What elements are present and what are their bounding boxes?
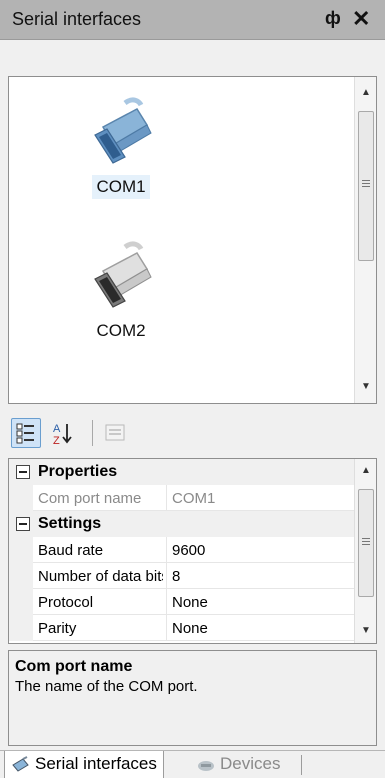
port-list-scrollbar[interactable]: ▲ ▼ xyxy=(354,77,376,403)
categorized-view-icon[interactable] xyxy=(11,418,41,448)
scrollbar-thumb[interactable] xyxy=(358,111,374,261)
property-name: Parity xyxy=(38,620,77,637)
tab-serial-interfaces[interactable]: Serial interfaces xyxy=(4,751,164,778)
category-row[interactable]: Settings xyxy=(9,511,356,537)
collapse-icon[interactable] xyxy=(16,517,30,531)
tab-label: Devices xyxy=(220,754,281,773)
com-port-item[interactable]: COM2 xyxy=(61,227,181,343)
property-grid-toolbar: A Z xyxy=(8,414,377,454)
tab-devices[interactable]: Devices xyxy=(190,751,286,778)
bottom-tab-strip: Serial interfaces Devices xyxy=(0,750,385,778)
property-grid-scrollbar[interactable]: ▲ ▼ xyxy=(354,459,376,643)
property-row[interactable]: Com port name COM1 xyxy=(9,485,356,511)
scroll-up-icon[interactable]: ▲ xyxy=(355,461,376,481)
tab-label: Serial interfaces xyxy=(35,754,157,773)
scroll-down-icon[interactable]: ▼ xyxy=(355,377,377,397)
panel-title: Serial interfaces xyxy=(12,9,142,29)
serial-cable-inactive-icon xyxy=(61,227,181,319)
property-name: Protocol xyxy=(38,594,94,611)
close-icon[interactable]: ✕ xyxy=(352,6,370,32)
com-port-label: COM1 xyxy=(92,175,150,199)
svg-text:A: A xyxy=(53,423,61,435)
property-name: Baud rate xyxy=(38,542,104,559)
property-row[interactable]: Baud rate 9600 xyxy=(9,537,356,563)
category-label: Settings xyxy=(38,515,102,532)
description-text: The name of the COM port. xyxy=(15,678,198,695)
property-pages-icon xyxy=(100,418,130,448)
property-description-pane: Com port name The name of the COM port. xyxy=(8,650,377,746)
property-value: COM1 xyxy=(172,490,216,507)
property-name: Number of data bits xyxy=(38,568,163,585)
description-title: Com port name xyxy=(15,658,133,675)
collapse-icon[interactable] xyxy=(16,465,30,479)
com-port-item[interactable]: COM1 xyxy=(61,83,181,199)
scroll-down-icon[interactable]: ▼ xyxy=(355,621,376,641)
property-row[interactable]: Number of data bits 8 xyxy=(9,563,356,589)
svg-text:Z: Z xyxy=(53,435,60,447)
serial-cable-active-icon xyxy=(61,83,181,175)
category-row[interactable]: Properties xyxy=(9,459,356,485)
toolbar-separator xyxy=(92,420,93,446)
sort-alphabetical-icon[interactable]: A Z xyxy=(48,418,78,448)
property-value[interactable]: None xyxy=(172,594,208,611)
property-row[interactable]: Protocol None xyxy=(9,589,356,615)
property-grid[interactable]: Properties Com port name COM1 Settings B… xyxy=(8,458,377,644)
scroll-up-icon[interactable]: ▲ xyxy=(355,83,377,103)
property-value[interactable]: None xyxy=(172,620,208,637)
property-value[interactable]: 9600 xyxy=(172,542,205,559)
tab-separator xyxy=(301,755,302,775)
devices-tab-icon xyxy=(196,756,216,774)
pin-icon[interactable]: ф xyxy=(325,8,341,29)
property-row[interactable]: Parity None xyxy=(9,615,356,641)
category-label: Properties xyxy=(38,463,118,480)
com-port-label: COM2 xyxy=(96,321,146,340)
serial-interfaces-tab-icon xyxy=(11,756,31,774)
scrollbar-thumb[interactable] xyxy=(358,489,374,597)
property-name: Com port name xyxy=(38,490,142,507)
com-port-list[interactable]: COM1 COM2 ▲ ▼ xyxy=(8,76,377,404)
panel-title-bar: Serial interfaces ф ✕ xyxy=(0,0,385,40)
property-value[interactable]: 8 xyxy=(172,568,180,585)
